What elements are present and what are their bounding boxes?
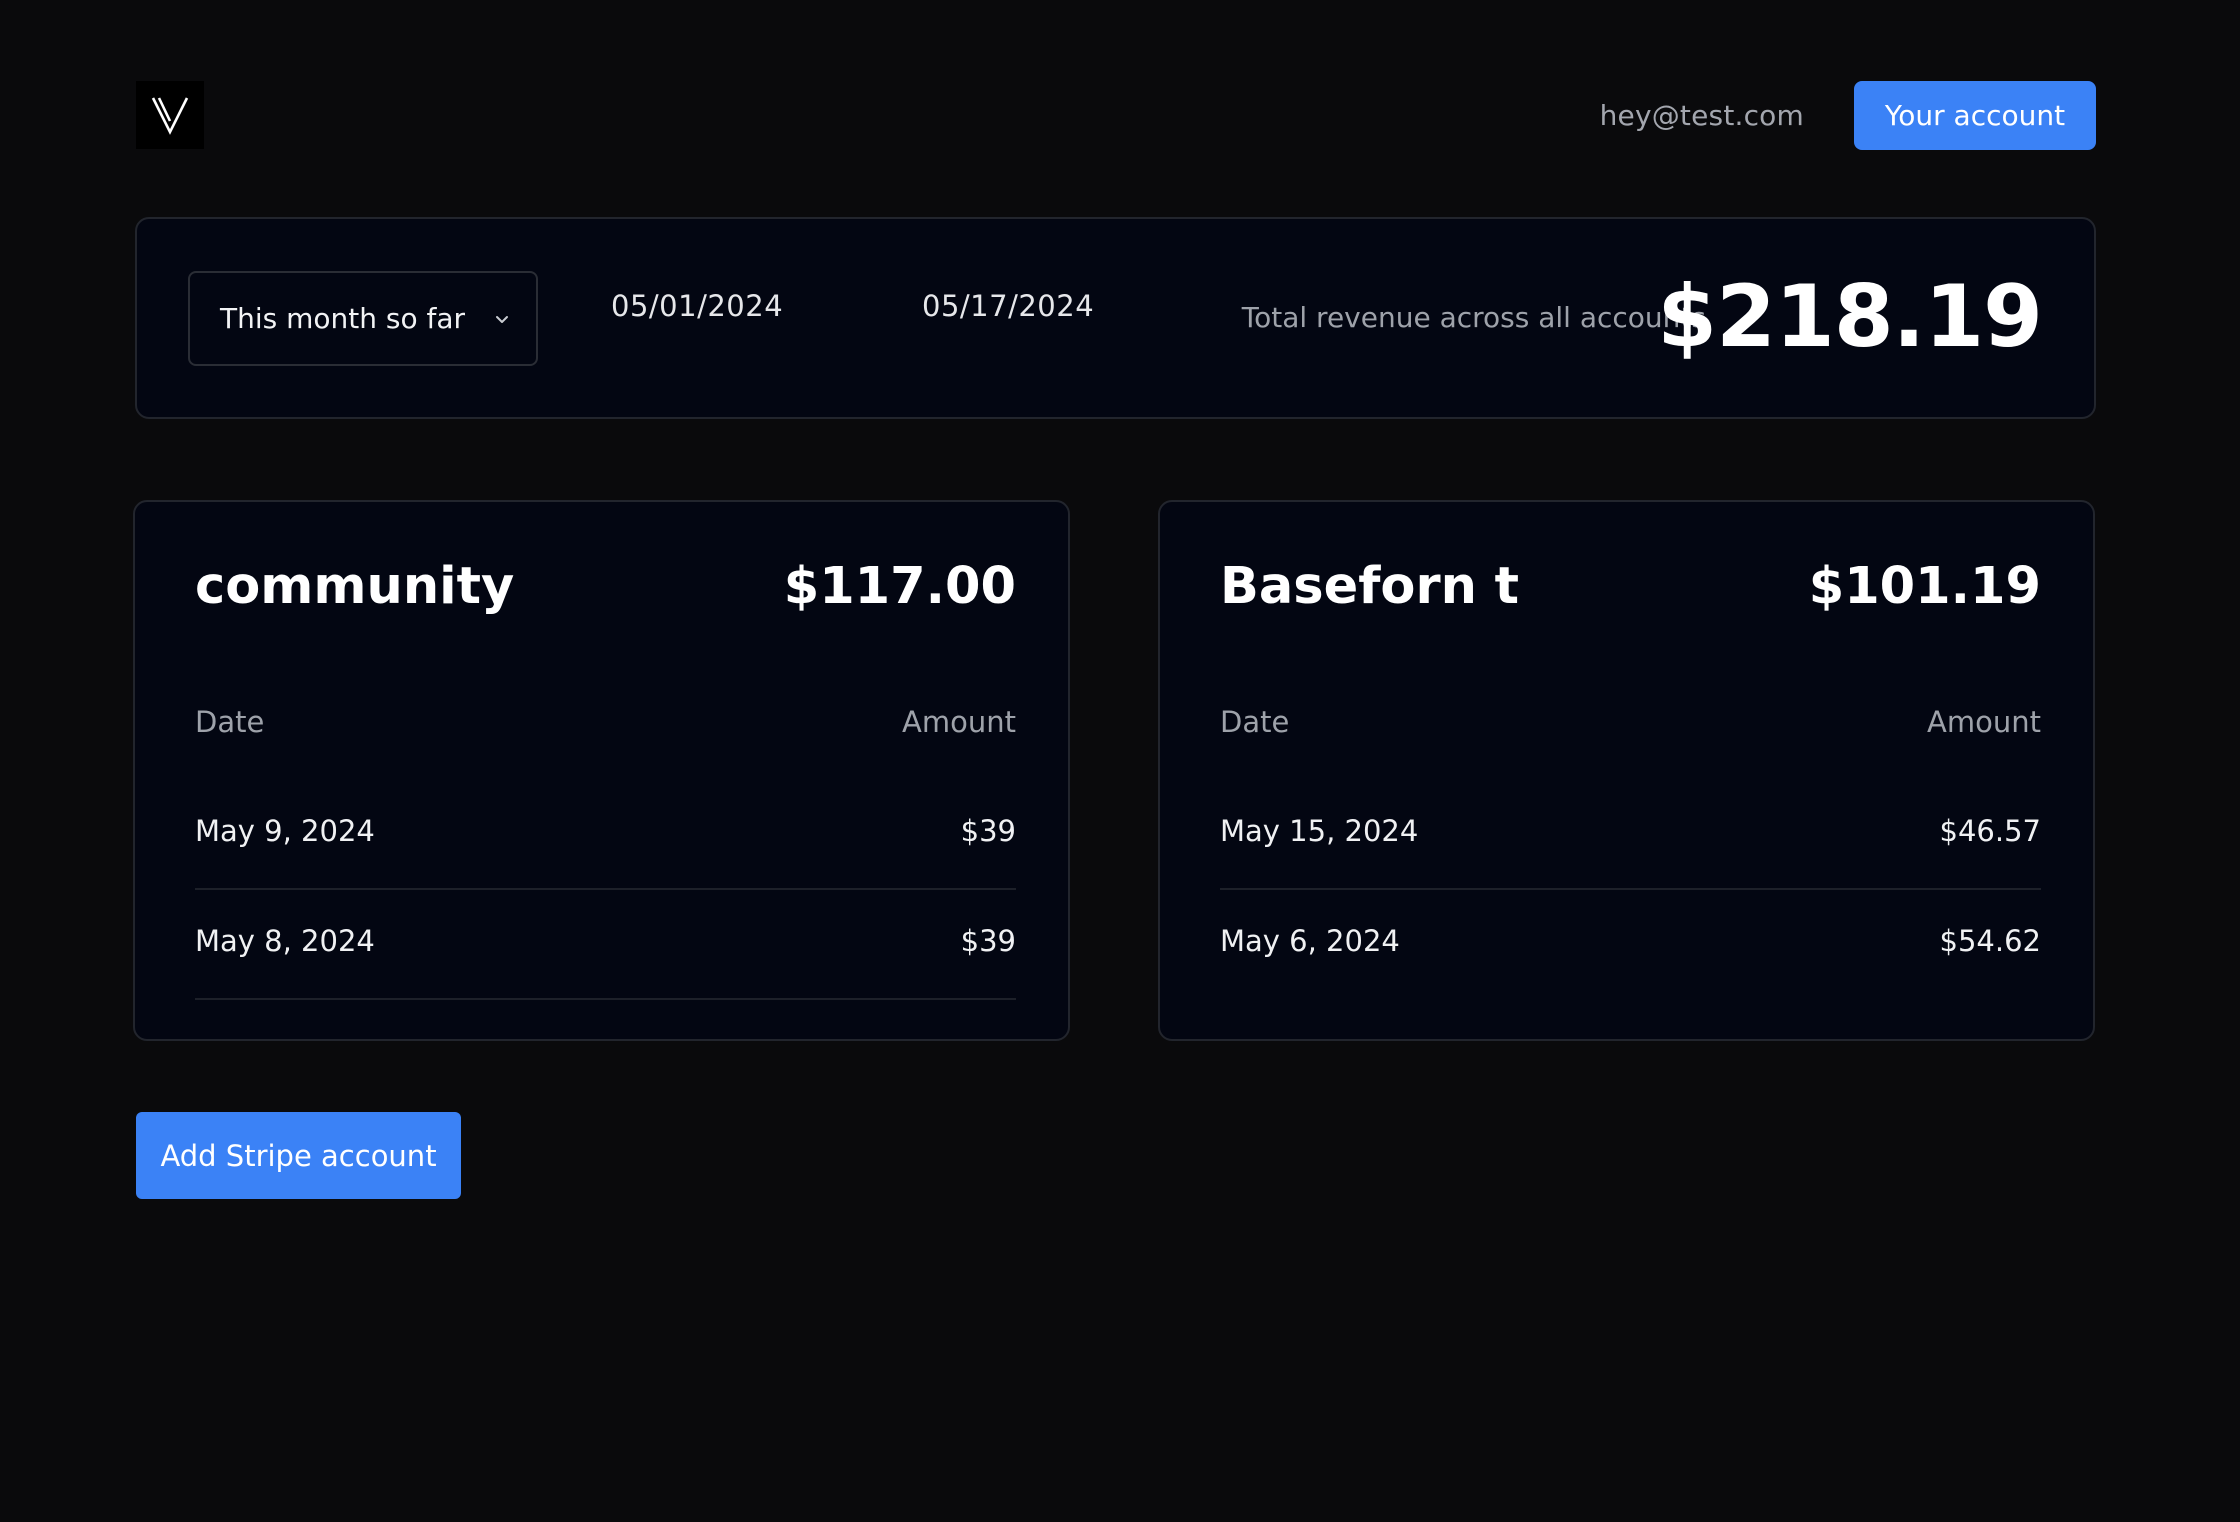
v-logo-icon <box>151 97 189 135</box>
transaction-date: May 8, 2024 <box>195 924 375 958</box>
transaction-row: May 8, 2024 $39 <box>195 890 1016 1000</box>
transaction-amount: $46.57 <box>1939 814 2041 848</box>
account-total: $101.19 <box>1808 557 2041 616</box>
account-name: community <box>195 557 515 616</box>
date-range-select[interactable]: This month so far <box>188 271 538 366</box>
user-email: hey@test.com <box>1599 99 1804 132</box>
column-header-amount: Amount <box>1927 705 2041 739</box>
total-revenue-value: $218.19 <box>1657 267 2043 367</box>
account-card-community: community $117.00 Date Amount May 9, 202… <box>133 500 1070 1041</box>
account-total: $117.00 <box>783 557 1016 616</box>
transaction-amount: $54.62 <box>1939 924 2041 958</box>
transaction-amount: $39 <box>960 814 1016 848</box>
add-stripe-account-button[interactable]: Add Stripe account <box>136 1112 461 1199</box>
date-range-selected: This month so far <box>220 302 466 335</box>
your-account-button[interactable]: Your account <box>1854 81 2096 150</box>
column-header-date: Date <box>1220 705 1290 739</box>
account-card-baseforn t: Baseforn t $101.19 Date Amount May 15, 2… <box>1158 500 2095 1041</box>
transaction-date: May 9, 2024 <box>195 814 375 848</box>
header-user-area: hey@test.com Your account <box>1600 81 2096 150</box>
start-date[interactable]: 05/01/2024 <box>611 289 783 323</box>
column-header-amount: Amount <box>902 705 1016 739</box>
transaction-date: May 6, 2024 <box>1220 924 1400 958</box>
end-date[interactable]: 05/17/2024 <box>922 289 1094 323</box>
account-name: Baseforn t <box>1220 557 1520 616</box>
transaction-row: May 6, 2024 $54.62 <box>1220 890 2041 1000</box>
chevron-down-icon <box>496 316 508 323</box>
total-revenue-label: Total revenue across all accounts <box>1241 301 1706 334</box>
column-header-date: Date <box>195 705 265 739</box>
transaction-row: May 9, 2024 $39 <box>195 780 1016 890</box>
transaction-row: May 15, 2024 $46.57 <box>1220 780 2041 890</box>
app-logo[interactable] <box>136 81 204 149</box>
transaction-date: May 15, 2024 <box>1220 814 1419 848</box>
dashboard-page: hey@test.com Your account This month so … <box>0 0 2240 1522</box>
transaction-amount: $39 <box>960 924 1016 958</box>
revenue-summary-bar: This month so far 05/01/2024 05/17/2024 … <box>135 217 2096 419</box>
